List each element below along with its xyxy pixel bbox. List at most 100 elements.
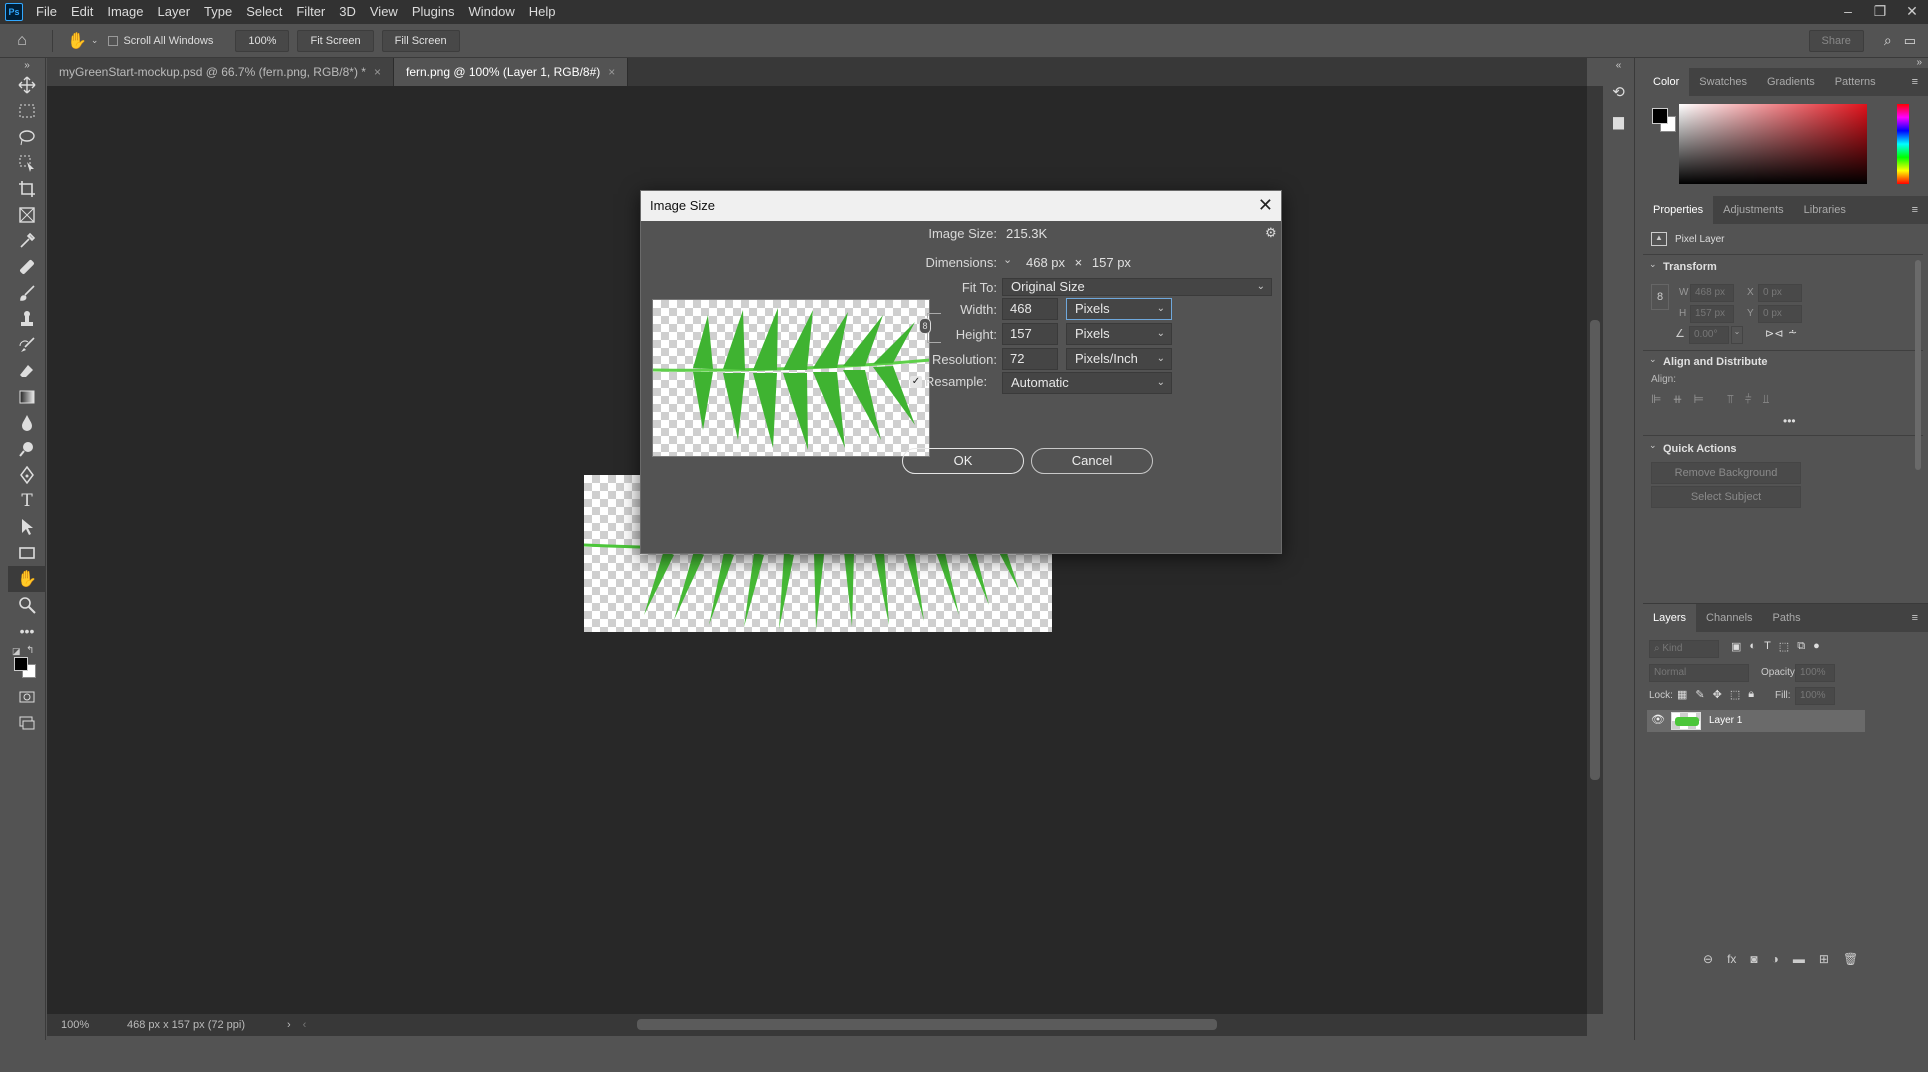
quick-mask-icon[interactable]	[8, 684, 46, 710]
image-preview[interactable]	[652, 299, 930, 457]
w-input[interactable]: 468 px	[1690, 284, 1734, 302]
select-subject-button[interactable]: Select Subject	[1651, 486, 1801, 508]
lock-position-icon[interactable]: ✥	[1713, 688, 1722, 701]
brush-tool-icon[interactable]	[8, 280, 46, 306]
tab-properties[interactable]: Properties	[1643, 196, 1714, 224]
zoom-100-button[interactable]: 100%	[235, 29, 290, 52]
tab-patterns[interactable]: Patterns	[1825, 68, 1886, 96]
visibility-eye-icon[interactable]: 👁︎	[1651, 713, 1665, 726]
cancel-button[interactable]: Cancel	[1031, 448, 1153, 474]
restore-icon[interactable]: ❐	[1864, 0, 1896, 24]
comments-panel-icon[interactable]: ▆	[1603, 113, 1634, 130]
align-bottom-edges-icon[interactable]: ⫫	[1763, 392, 1770, 407]
dodge-tool-icon[interactable]	[8, 436, 46, 462]
opacity-input[interactable]: 100%	[1795, 664, 1835, 682]
default-colors-icon[interactable]: ◪	[12, 646, 21, 657]
add-mask-icon[interactable]: ◙	[1750, 952, 1757, 966]
object-selection-tool-icon[interactable]	[8, 150, 46, 176]
height-input[interactable]: 157	[1002, 323, 1058, 345]
tab-adjustments[interactable]: Adjustments	[1713, 196, 1794, 224]
menu-image[interactable]: Image	[100, 0, 150, 24]
resample-checkbox[interactable]: ✓	[910, 376, 922, 388]
menu-plugins[interactable]: Plugins	[405, 0, 462, 24]
clone-stamp-tool-icon[interactable]	[8, 306, 46, 332]
share-button[interactable]: Share	[1808, 29, 1864, 52]
menu-type[interactable]: Type	[197, 0, 239, 24]
menu-view[interactable]: View	[363, 0, 405, 24]
transform-chevron-icon[interactable]: ⌄	[1649, 259, 1657, 270]
align-vertical-centers-icon[interactable]: ⫩	[1745, 392, 1752, 407]
chevron-down-icon[interactable]: ⌄	[91, 35, 99, 46]
tab-gradients[interactable]: Gradients	[1757, 68, 1825, 96]
marquee-tool-icon[interactable]	[8, 98, 46, 124]
align-chevron-icon[interactable]: ⌄	[1649, 354, 1657, 365]
ok-button[interactable]: OK	[902, 448, 1024, 474]
panel-menu-icon[interactable]: ≡	[1902, 196, 1928, 224]
swap-colors-icon[interactable]: ↰	[26, 645, 34, 656]
dimensions-dropdown-icon[interactable]: ⌄	[1003, 253, 1012, 266]
y-input[interactable]: 0 px	[1758, 305, 1802, 323]
fill-screen-button[interactable]: Fill Screen	[381, 29, 460, 52]
blend-mode-select[interactable]: Normal	[1649, 664, 1749, 682]
frame-tool-icon[interactable]	[8, 202, 46, 228]
x-input[interactable]: 0 px	[1758, 284, 1802, 302]
layer-kind-filter[interactable]: ⌕ Kind	[1649, 640, 1719, 658]
tab-layers[interactable]: Layers	[1643, 604, 1697, 632]
flip-vertical-icon[interactable]: ⩪	[1788, 326, 1797, 339]
width-input[interactable]: 468	[1002, 298, 1058, 320]
menu-edit[interactable]: Edit	[64, 0, 100, 24]
settings-gear-icon[interactable]: ⚙	[1265, 225, 1277, 241]
lock-artboard-icon[interactable]: ⬚	[1730, 688, 1740, 701]
rectangle-tool-icon[interactable]	[8, 540, 46, 566]
height-unit-select[interactable]: Pixels ⌄	[1066, 323, 1172, 345]
more-options-icon[interactable]: •••	[1783, 414, 1796, 428]
menu-window[interactable]: Window	[461, 0, 521, 24]
hand-tool-active-icon[interactable]: ✋	[8, 566, 46, 592]
foreground-color-swatch[interactable]	[14, 657, 28, 671]
close-dialog-icon[interactable]: ✕	[1258, 191, 1273, 219]
scroll-all-checkbox[interactable]	[108, 35, 119, 46]
properties-scrollbar[interactable]	[1915, 260, 1921, 470]
hue-slider[interactable]	[1897, 104, 1909, 184]
tab-mockup-psd[interactable]: myGreenStart-mockup.psd @ 66.7% (fern.pn…	[47, 58, 394, 86]
fill-input[interactable]: 100%	[1795, 687, 1835, 705]
scroll-left-icon[interactable]: ‹	[303, 1019, 307, 1031]
layer-thumbnail[interactable]	[1671, 712, 1701, 730]
zoom-level[interactable]: 100%	[47, 1019, 107, 1031]
fit-screen-button[interactable]: Fit Screen	[297, 29, 374, 52]
align-top-edges-icon[interactable]: ⫪	[1727, 392, 1734, 407]
link-dimensions-icon[interactable]: 8	[1651, 284, 1669, 310]
home-icon[interactable]: ⌂	[0, 32, 44, 50]
move-tool-icon[interactable]	[8, 72, 46, 98]
layer-name[interactable]: Layer 1	[1709, 715, 1742, 726]
angle-chevron-icon[interactable]: ⌄	[1731, 326, 1743, 344]
fit-to-select[interactable]: Original Size ⌄	[1002, 278, 1272, 296]
search-icon[interactable]: ⌕	[1884, 32, 1892, 49]
foreground-color-swatch[interactable]	[1652, 108, 1668, 124]
menu-3d[interactable]: 3D	[332, 0, 363, 24]
angle-input[interactable]: 0.00°	[1689, 326, 1729, 344]
filter-pixel-icon[interactable]: ▣	[1731, 640, 1741, 653]
resolution-unit-select[interactable]: Pixels/Inch ⌄	[1066, 348, 1172, 370]
collapse-icon-column-icon[interactable]: «	[1603, 60, 1634, 71]
resample-select[interactable]: Automatic ⌄	[1002, 372, 1172, 394]
tab-fern-png[interactable]: fern.png @ 100% (Layer 1, RGB/8#) ×	[394, 58, 629, 86]
lasso-tool-icon[interactable]	[8, 124, 46, 150]
resolution-input[interactable]: 72	[1002, 348, 1058, 370]
delete-layer-icon[interactable]: 🗑︎	[1843, 952, 1858, 966]
new-adjustment-icon[interactable]: ◑	[1772, 952, 1779, 966]
new-group-icon[interactable]: ▬	[1793, 952, 1805, 966]
type-tool-icon[interactable]: T	[8, 488, 46, 514]
panel-menu-icon[interactable]: ≡	[1902, 604, 1928, 632]
lock-transparent-icon[interactable]: ▦	[1677, 688, 1687, 701]
close-window-icon[interactable]: ✕	[1896, 0, 1928, 24]
align-left-edges-icon[interactable]: ⊫	[1651, 392, 1661, 407]
panel-menu-icon[interactable]: ≡	[1902, 68, 1928, 96]
filter-toggle-icon[interactable]: ●	[1813, 640, 1820, 653]
crop-tool-icon[interactable]	[8, 176, 46, 202]
healing-brush-tool-icon[interactable]	[8, 254, 46, 280]
collapse-toolbar-icon[interactable]: »	[8, 58, 46, 72]
collapse-panels-icon[interactable]: »	[1643, 58, 1928, 68]
h-input[interactable]: 157 px	[1690, 305, 1734, 323]
remove-background-button[interactable]: Remove Background	[1651, 462, 1801, 484]
